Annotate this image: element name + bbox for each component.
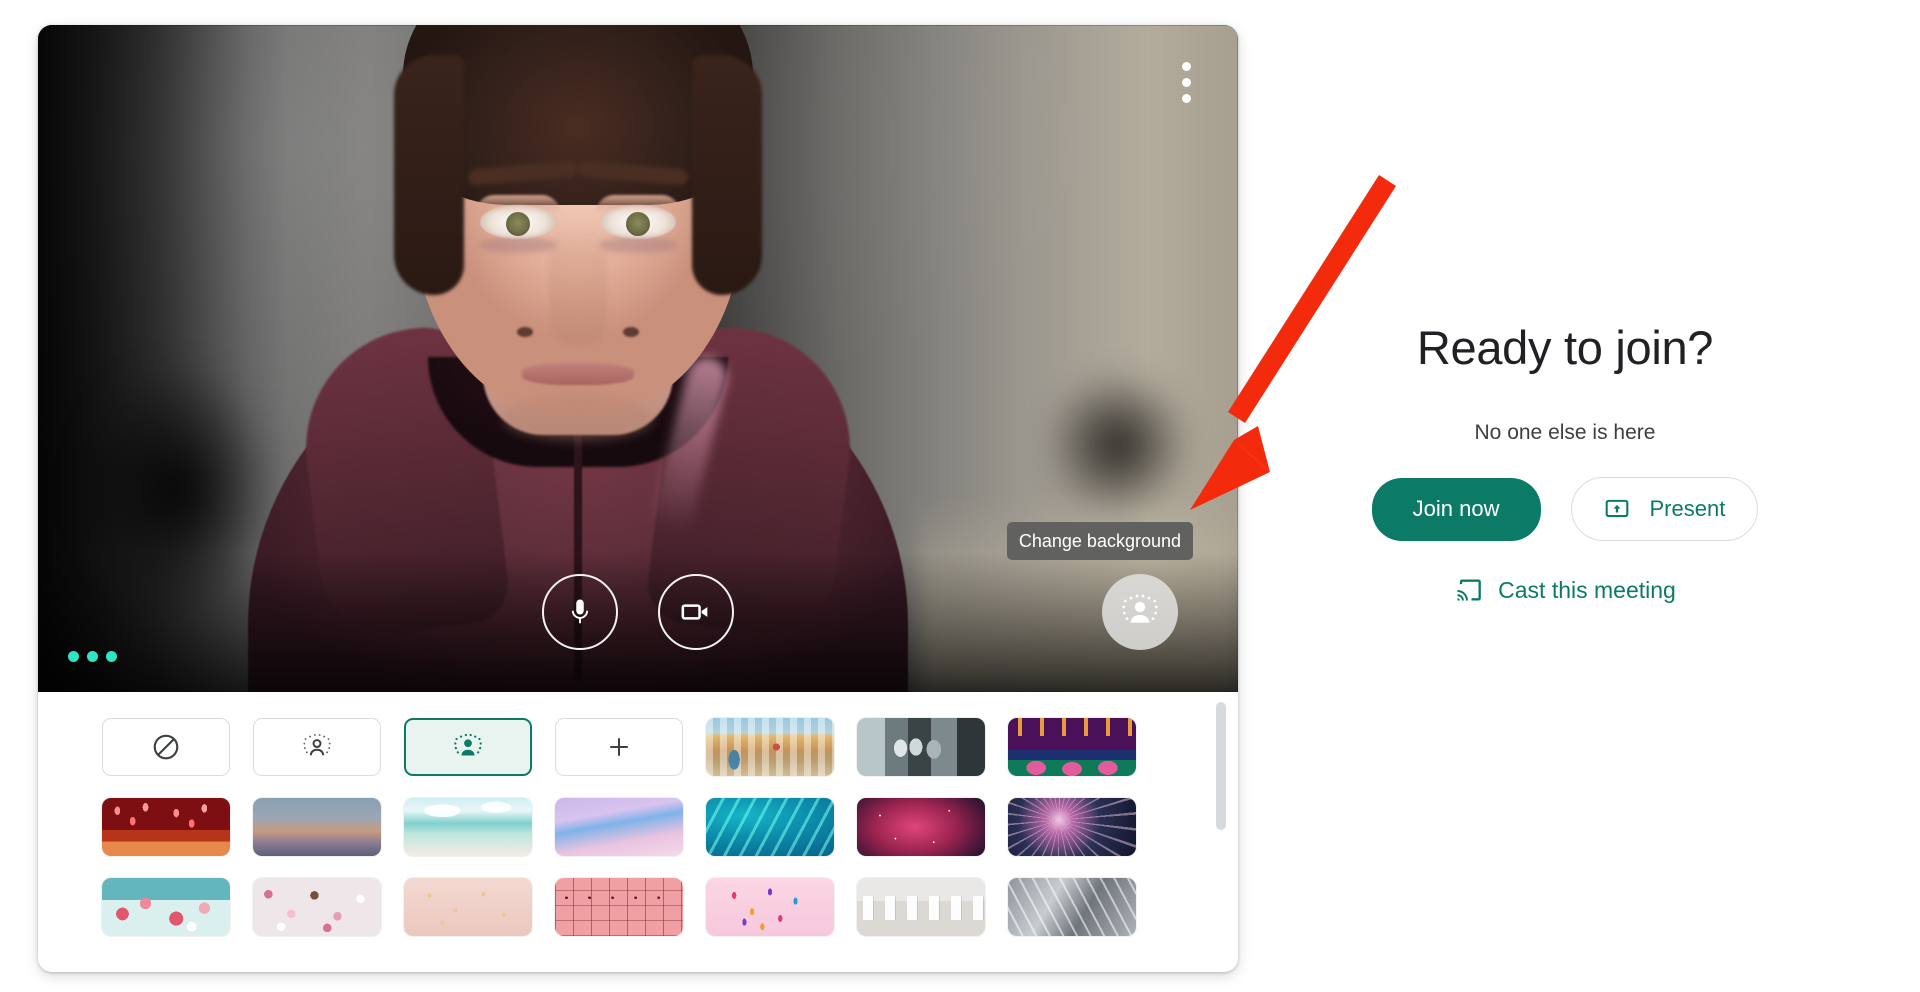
more-options-icon[interactable] [1166, 53, 1206, 111]
blur-background-button[interactable] [404, 718, 532, 776]
present-to-screen-icon [1605, 499, 1628, 518]
join-now-button[interactable]: Join now [1371, 477, 1541, 541]
effects-cell [555, 718, 683, 776]
effects-cell [253, 878, 381, 936]
present-button[interactable]: Present [1570, 477, 1759, 541]
no-effect-icon [153, 734, 179, 760]
effects-cell [102, 718, 230, 776]
effects-cell [102, 798, 230, 856]
microphone-button[interactable] [542, 574, 618, 650]
change-background-tooltip: Change background [1006, 522, 1193, 560]
camera-icon [681, 604, 708, 620]
background-peach-confetti-thumbnail[interactable] [404, 878, 532, 936]
hair-side-right [692, 55, 762, 295]
effects-scrollbar[interactable] [1216, 702, 1226, 952]
effects-cell [706, 878, 834, 936]
eyelid-right [596, 195, 680, 213]
camera-button[interactable] [658, 574, 734, 650]
effects-cell [1008, 878, 1136, 936]
activity-dot [106, 651, 117, 662]
mouth [522, 363, 634, 385]
visual-effects-button[interactable] [1102, 574, 1178, 650]
background-lanterns-thumbnail[interactable] [102, 798, 230, 856]
activity-dot [68, 651, 79, 662]
blur-icon [454, 733, 482, 756]
nostril-right [623, 327, 639, 337]
plus-icon [610, 738, 628, 756]
participants-status: No one else is here [1474, 421, 1656, 444]
effects-cell [404, 718, 532, 776]
background-gallery-thumbnail[interactable] [857, 878, 985, 936]
background-locks-thumbnail[interactable] [857, 718, 985, 776]
effects-cell [555, 798, 683, 856]
effects-cell [404, 878, 532, 936]
background-pastel-sky-thumbnail[interactable] [555, 798, 683, 856]
effects-cell [1008, 718, 1136, 776]
background-beach-thumbnail[interactable] [404, 798, 532, 856]
present-button-label: Present [1649, 496, 1726, 521]
background-nebula-thumbnail[interactable] [857, 798, 985, 856]
iris-right [626, 212, 650, 236]
background-stairs-thumbnail[interactable] [1008, 878, 1136, 936]
cast-link-label: Cast this meeting [1498, 576, 1676, 603]
nose [549, 225, 607, 345]
microphone-icon [571, 599, 589, 624]
effects-cell [857, 878, 985, 936]
kebab-dot [1181, 93, 1191, 103]
undereye-right [599, 237, 677, 253]
video-preview-card: Change background [38, 25, 1238, 972]
effects-cell [706, 798, 834, 856]
cast-this-meeting-link[interactable]: Cast this meeting [1255, 576, 1875, 604]
background-lockers-thumbnail[interactable] [555, 878, 683, 936]
add-background-button[interactable] [555, 718, 683, 776]
slight-blur-icon [303, 734, 331, 756]
page-title: Ready to join? [1416, 321, 1714, 374]
effects-cell [253, 798, 381, 856]
activity-dot [87, 651, 98, 662]
background-market-thumbnail[interactable] [706, 718, 834, 776]
kebab-dot [1181, 77, 1191, 87]
background-water-thumbnail[interactable] [706, 798, 834, 856]
scrollbar-thumb[interactable] [1216, 702, 1226, 830]
no-effects-button[interactable] [102, 718, 230, 776]
effects-cell [1008, 798, 1136, 856]
background-blossom-sky-thumbnail[interactable] [102, 878, 230, 936]
iris-left [506, 212, 530, 236]
join-panel: Ready to join? No one else is here Join … [1255, 320, 1875, 604]
self-video-preview[interactable]: Change background [38, 25, 1238, 692]
background-effects-panel [38, 692, 1238, 972]
cast-icon [1457, 579, 1481, 601]
background-fireworks-thumbnail[interactable] [1008, 798, 1136, 856]
eyelid-left [476, 195, 560, 213]
effects-cell [102, 878, 230, 936]
effects-cell [404, 798, 532, 856]
effects-cell [555, 878, 683, 936]
background-dusk-thumbnail[interactable] [253, 798, 381, 856]
meet-greenroom-screen: Change background Ready to join? No one … [0, 0, 1920, 992]
audio-activity-indicator [68, 651, 117, 662]
media-controls [38, 574, 1238, 650]
hair-side-left [394, 55, 464, 295]
effects-cell [857, 718, 985, 776]
undereye-left [479, 237, 557, 253]
chin-shadow [503, 397, 653, 441]
slight-blur-button[interactable] [253, 718, 381, 776]
kebab-dot [1181, 61, 1191, 71]
effects-cell [253, 718, 381, 776]
background-pink-confetti-thumbnail[interactable] [706, 878, 834, 936]
effects-cell [706, 718, 834, 776]
background-blossoms-thumbnail[interactable] [253, 878, 381, 936]
visual-effects-icon [1122, 594, 1158, 623]
effects-cell [857, 798, 985, 856]
nostril-left [517, 327, 533, 337]
background-festival-thumbnail[interactable] [1008, 718, 1136, 776]
join-actions: Join now Present [1255, 477, 1875, 541]
effects-grid [102, 718, 1238, 936]
